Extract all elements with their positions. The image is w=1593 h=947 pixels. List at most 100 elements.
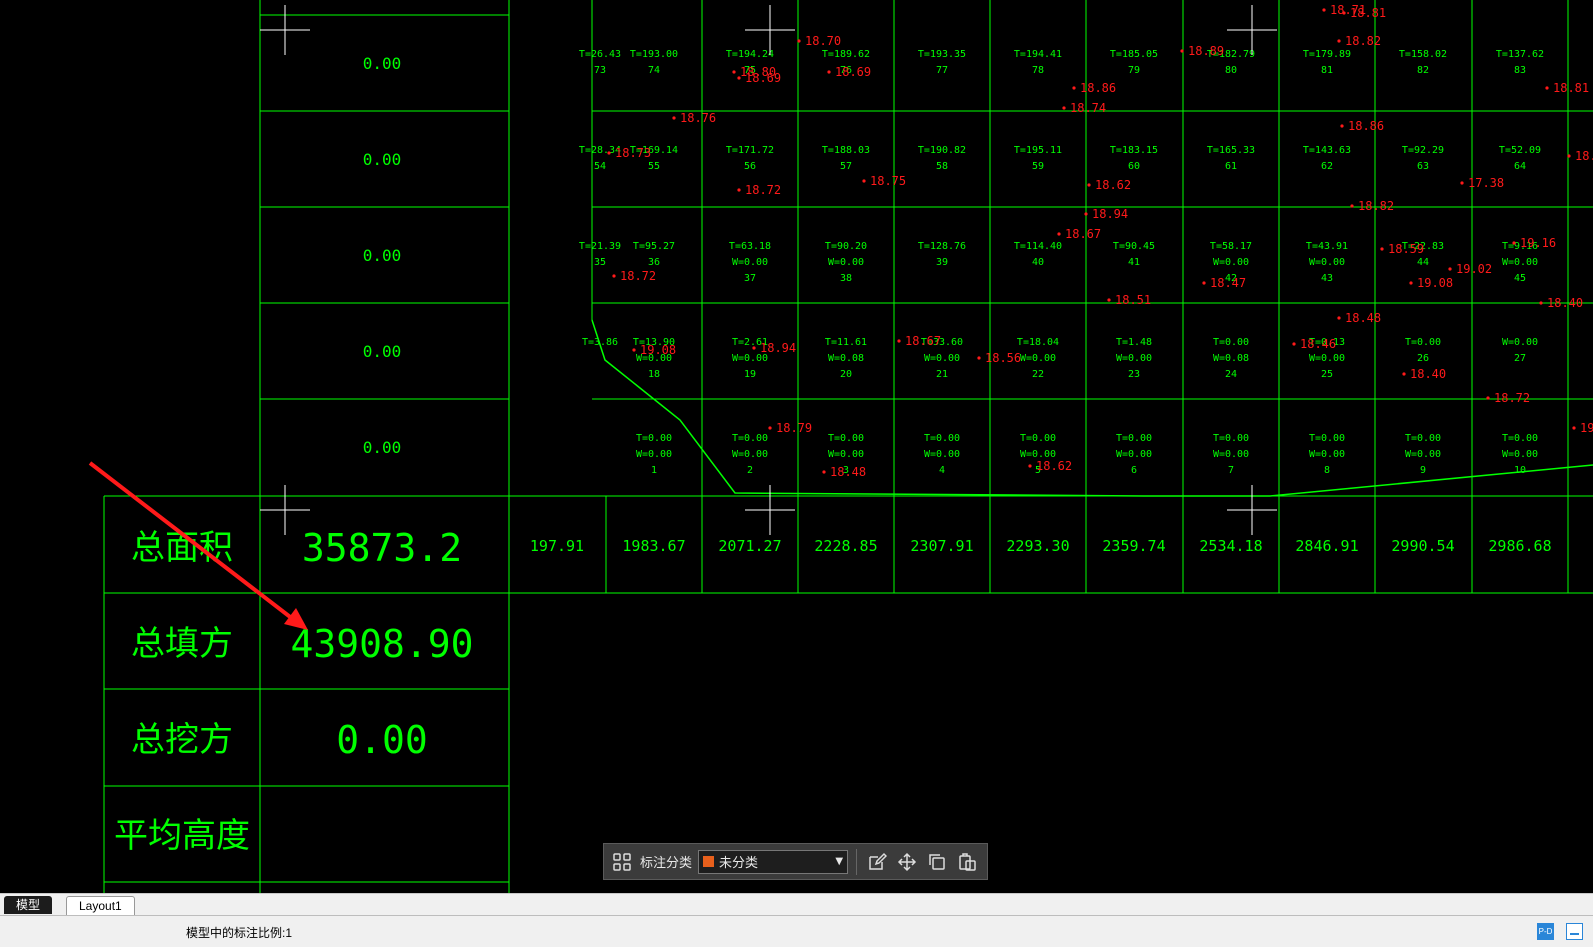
cell-id: 64: [1514, 161, 1526, 172]
elevation-point: [1402, 372, 1406, 376]
cell-id: 23: [1128, 369, 1140, 380]
cell-fill-value: T=193.35: [918, 49, 966, 60]
cell-id: 57: [840, 161, 852, 172]
top-value-cell: 0.00: [363, 438, 402, 457]
elevation-label: 18.76: [680, 111, 716, 125]
cell-id: 37: [744, 273, 756, 284]
cell-cut-value: W=0.00: [1213, 449, 1249, 460]
cell-cut-value: W=0.00: [1116, 353, 1152, 364]
cell-id: 24: [1225, 369, 1237, 380]
cell-fill-value: T=0.00: [1020, 433, 1056, 444]
cell-cut-value: W=0.00: [828, 449, 864, 460]
cell-fill-value: T=137.62: [1496, 49, 1544, 60]
pd-toggle-button[interactable]: P-D: [1537, 923, 1554, 940]
cell-id: 55: [648, 161, 660, 172]
cell-id: 58: [936, 161, 948, 172]
cell-id: 7: [1228, 465, 1234, 476]
elevation-label: 18.48: [1345, 311, 1381, 325]
elevation-label: 18.67: [1065, 227, 1101, 241]
column-total: 2307.91: [910, 537, 973, 555]
cell-fill-value: T=92.29: [1402, 145, 1444, 156]
cell-id: 40: [1032, 257, 1044, 268]
elevation-label: 18.70: [805, 34, 841, 48]
cell-cut-value: W=0.00: [924, 449, 960, 460]
toolbar-separator: [856, 848, 858, 875]
cell-fill-value: T=0.00: [1116, 433, 1152, 444]
cell-id: 59: [1032, 161, 1044, 172]
elevation-point: [1292, 342, 1296, 346]
elevation-point: [827, 70, 831, 74]
cell-fill-value: T=0.00: [636, 433, 672, 444]
grid-icon[interactable]: [610, 850, 634, 874]
annotation-category-label: 标注分类: [640, 856, 693, 871]
annotation-scale-status: 模型中的标注比例:1: [186, 926, 293, 940]
cell-fill-value: T=194.41: [1014, 49, 1062, 60]
cell-cut-value: W=0.00: [636, 449, 672, 460]
elevation-label: 18.46: [1300, 337, 1336, 351]
elevation-label: 17.38: [1468, 176, 1504, 190]
cell-id: 62: [1321, 161, 1333, 172]
elevation-point: [1028, 464, 1032, 468]
cell-fill-value: T=185.05: [1110, 49, 1158, 60]
cell-id: 4: [939, 465, 945, 476]
cell-fill-value: T=189.62: [822, 49, 870, 60]
cell-id: 6: [1131, 465, 1137, 476]
cell-fill-value: T=183.15: [1110, 145, 1158, 156]
elevation-label: 18.79: [776, 421, 812, 435]
cell-cut-value: W=0.00: [1405, 449, 1441, 460]
cell-id: 25: [1321, 369, 1333, 380]
column-total: 2986.68: [1488, 537, 1551, 555]
column-total: 2228.85: [814, 537, 877, 555]
elevation-point: [897, 339, 901, 343]
elevation-label: 18.59: [1388, 242, 1424, 256]
elevation-point: [1202, 281, 1206, 285]
cad-drawing-canvas[interactable]: 0.000.000.000.000.00总面积 35873.2总填方 43908.9…: [0, 0, 1593, 893]
elevation-label: 18.40: [1547, 296, 1583, 310]
cell-id: 82: [1417, 65, 1429, 76]
elevation-label: 19.0: [1580, 421, 1593, 435]
cell-fill-value: T=190.82: [918, 145, 966, 156]
elevation-label: 18.82: [1345, 34, 1381, 48]
elevation-label: 18.67: [905, 334, 941, 348]
cell-fill-value: T=158.02: [1399, 49, 1447, 60]
elevation-point: [732, 70, 736, 74]
category-dropdown[interactable]: 未分类 ▼: [698, 849, 849, 874]
elevation-point: [672, 116, 676, 120]
elevation-label: 19.08: [640, 343, 676, 357]
cell-cut-value: W=0.08: [1213, 353, 1249, 364]
tab-layout1[interactable]: Layout1: [66, 896, 135, 915]
summary-label: 总挖方: [131, 720, 233, 760]
cell-fill-value: T=43.91: [1306, 241, 1348, 252]
elevation-point: [1572, 426, 1576, 430]
elevation-label: 18.75: [870, 174, 906, 188]
cell-fill-value: T=52.09: [1499, 145, 1541, 156]
edit-icon[interactable]: [865, 850, 889, 874]
cell-fill-value: T=0.00: [1502, 433, 1538, 444]
tab-model[interactable]: 模型: [4, 896, 53, 914]
chevron-down-icon: ▼: [835, 856, 844, 867]
elevation-point: [1342, 11, 1346, 15]
paste-icon[interactable]: [955, 850, 979, 874]
column-total: 1983.67: [622, 537, 685, 555]
elevation-point: [612, 274, 616, 278]
cell-cut-value: W=0.00: [1502, 257, 1538, 268]
cell-fill-value: T=114.40: [1014, 241, 1062, 252]
elevation-point: [1350, 204, 1354, 208]
cell-cut-value: W=0.00: [1309, 353, 1345, 364]
cell-fill-value: T=3.86: [582, 337, 618, 348]
cell-id: 60: [1128, 161, 1140, 172]
elevation-point: [1337, 316, 1341, 320]
cell-id: 63: [1417, 161, 1429, 172]
cell-id: 8: [1324, 465, 1330, 476]
copy-icon[interactable]: [925, 850, 949, 874]
window-toggle-button[interactable]: [1566, 923, 1583, 940]
cell-id: 45: [1514, 273, 1526, 284]
cell-id: 78: [1032, 65, 1044, 76]
summary-value: 35873.2: [302, 526, 462, 570]
cell-fill-value: T=194.24: [726, 49, 774, 60]
cell-fill-value: T=63.18: [729, 241, 771, 252]
cell-cut-value: W=0.00: [732, 449, 768, 460]
elevation-label: 18.94: [1092, 207, 1128, 221]
move-icon[interactable]: [895, 850, 919, 874]
cell-cut-value: W=0.00: [1309, 257, 1345, 268]
